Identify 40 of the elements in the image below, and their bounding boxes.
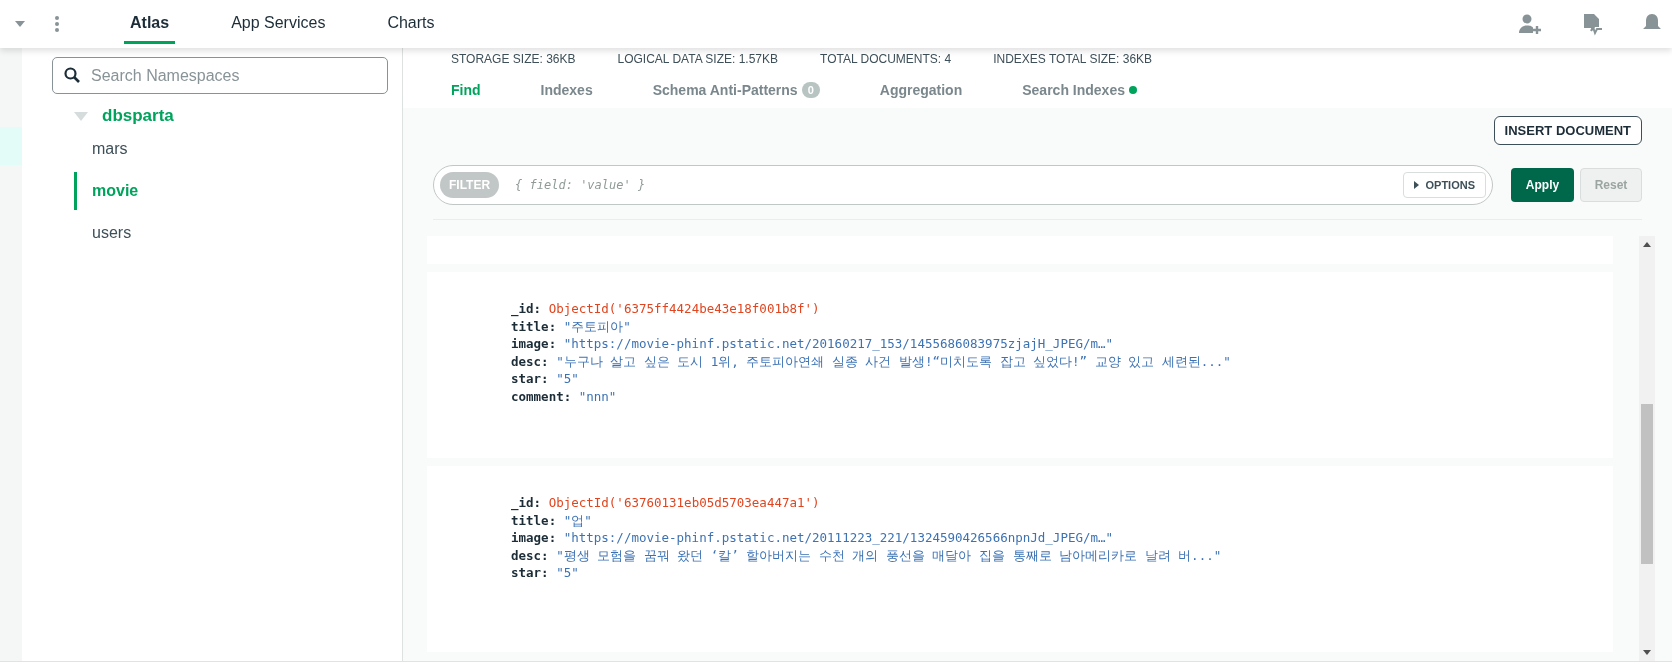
document-field: desc: "누구나 살고 싶은 도시 1위, 주토피아연쇄 실종 사건 발생!“미치도록 잡고 싶었다!” 교양 있고 세련된..." [511, 352, 1613, 370]
document-field: comment: "nnn" [511, 387, 1613, 405]
tab[interactable]: Schema Anti-Patterns 0 [652, 82, 820, 108]
search-field[interactable]: Search Namespaces [52, 57, 388, 94]
stat-text: INDEXES TOTAL SIZE: 36KB [993, 52, 1153, 66]
scroll-up-icon[interactable] [1643, 241, 1651, 247]
collection-item[interactable]: mars [74, 130, 388, 168]
tab[interactable]: Aggregation [879, 82, 963, 108]
document-field: image: "https://movie-phinf.pstatic.net/20160217_153/1455686083975zjajH_JPEG/m…" [511, 335, 1613, 353]
scrollbar-thumb[interactable] [1641, 404, 1653, 564]
document-field: title: "업" [511, 511, 1613, 529]
document-field: _id: ObjectId('63760131eb05d5703ea447a1') [511, 494, 1613, 512]
insert-document-button[interactable]: INSERT DOCUMENT [1493, 116, 1642, 145]
scroll-down-icon[interactable] [1643, 650, 1651, 656]
document-field: star: "5" [511, 370, 1613, 388]
document-field: star: "5" [511, 564, 1613, 582]
filter-field[interactable]: FILTER { field: 'value' } OPTIONS [433, 165, 1493, 205]
tab[interactable]: Search Indexes [1022, 82, 1137, 108]
caret-icon[interactable] [14, 20, 26, 28]
stat-text: LOGICAL DATA SIZE: 1.57KB [617, 52, 778, 66]
nav-tab[interactable]: App Services [225, 4, 332, 44]
collection-item[interactable]: users [74, 214, 388, 252]
document-field: image: "https://movie-phinf.pstatic.net/20111223_221/1324590426566npnJd_JPEG/m…" [511, 529, 1613, 547]
nav-tab[interactable]: Charts [381, 4, 441, 44]
search-icon [64, 67, 80, 83]
document-field: title: "주토피아" [511, 317, 1613, 335]
document-field: _id: ObjectId('6375ff4424be43e18f001b8f') [511, 300, 1613, 318]
document-field: desc: "평생 모험을 꿈꿔 왔던 ‘칼’ 할아버지는 수천 개의 풍선을 매달아 집을 통째로 남아메리카로 날려 버..." [511, 546, 1613, 564]
scrollbar[interactable] [1639, 236, 1655, 661]
more-icon[interactable] [54, 15, 60, 33]
stat-text: TOTAL DOCUMENTS: 4 [820, 52, 952, 66]
count-badge: 0 [801, 82, 820, 98]
nav-tab[interactable]: Atlas [124, 4, 176, 44]
add-user-icon[interactable] [1518, 12, 1542, 36]
apply-button[interactable]: Apply [1511, 168, 1574, 202]
filter-label: FILTER [440, 172, 500, 198]
stat-text: STORAGE SIZE: 36KB [451, 52, 576, 66]
tab[interactable]: Indexes [540, 82, 593, 108]
caret-icon [1414, 181, 1420, 189]
options-button[interactable]: OPTIONS [1403, 172, 1486, 198]
